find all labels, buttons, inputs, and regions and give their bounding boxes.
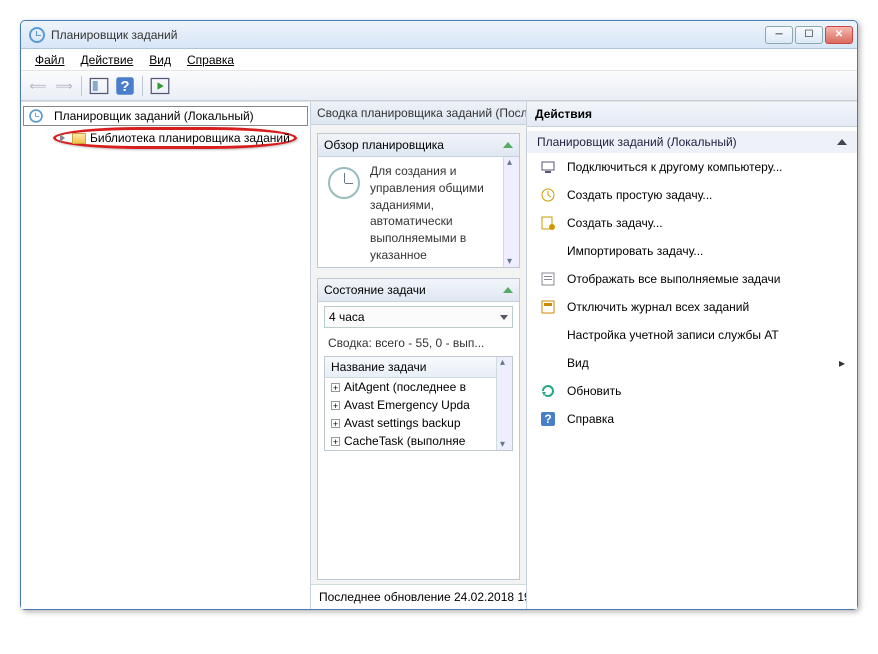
scrollbar[interactable]: [496, 357, 512, 450]
window-title: Планировщик заданий: [51, 28, 763, 42]
svg-text:?: ?: [544, 412, 551, 426]
collapse-icon[interactable]: [503, 287, 513, 293]
import-icon: [539, 242, 557, 260]
help-icon: ?: [539, 410, 557, 428]
highlight-annotation: Библиотека планировщика заданий: [53, 127, 297, 149]
blank-icon: [539, 326, 557, 344]
toolbar-separator: [142, 76, 143, 96]
action-create[interactable]: Создать задачу...: [527, 209, 857, 237]
list-item[interactable]: +AitAgent (последнее в: [325, 378, 512, 396]
action-help[interactable]: ? Справка: [527, 405, 857, 433]
status-panel: Состояние задачи 4 часа Сводка: всего - …: [317, 278, 520, 580]
svg-text:?: ?: [120, 78, 129, 95]
list-item[interactable]: +CacheTask (выполняе: [325, 432, 512, 450]
help-button[interactable]: ?: [114, 75, 136, 97]
run-button[interactable]: [149, 75, 171, 97]
window-controls: ─ ☐ ✕: [763, 26, 853, 44]
show-hide-tree-button[interactable]: [88, 75, 110, 97]
summary-line: Сводка: всего - 55, 0 - вып...: [318, 332, 519, 354]
last-refresh: Последнее обновление 24.02.2018 19:: [311, 584, 526, 609]
computer-icon: [539, 158, 557, 176]
clock-icon: [29, 27, 45, 43]
summary-pane: Сводка планировщика заданий (После Обзор…: [311, 102, 527, 609]
action-disable-history[interactable]: Отключить журнал всех заданий: [527, 293, 857, 321]
tree-library[interactable]: Библиотека планировщика заданий: [23, 126, 308, 150]
main-area: Планировщик заданий (Локальный) Библиоте…: [21, 101, 857, 609]
plus-icon[interactable]: +: [331, 419, 340, 428]
action-create-basic[interactable]: Создать простую задачу...: [527, 181, 857, 209]
forward-button[interactable]: ⟹: [53, 75, 75, 97]
action-connect[interactable]: Подключиться к другому компьютеру...: [527, 153, 857, 181]
list-header[interactable]: Название задачи: [325, 357, 512, 378]
status-title: Состояние задачи: [324, 283, 426, 297]
actions-pane: Действия Планировщик заданий (Локальный)…: [527, 102, 857, 609]
menubar: Файл Действие Вид Справка: [21, 49, 857, 71]
action-refresh[interactable]: Обновить: [527, 377, 857, 405]
actions-context: Планировщик заданий (Локальный): [527, 131, 857, 153]
task-list: Название задачи +AitAgent (последнее в +…: [324, 356, 513, 451]
overview-panel: Обзор планировщика Для создания и управл…: [317, 133, 520, 268]
tree-root-label: Планировщик заданий (Локальный): [54, 109, 254, 123]
list-item[interactable]: +Avast settings backup: [325, 414, 512, 432]
back-button[interactable]: ⟸: [27, 75, 49, 97]
list-item[interactable]: +Avast Emergency Upda: [325, 396, 512, 414]
menu-action[interactable]: Действие: [73, 51, 142, 69]
combo-value: 4 часа: [329, 310, 365, 324]
action-import[interactable]: Импортировать задачу...: [527, 237, 857, 265]
clock-icon: [328, 167, 360, 199]
plus-icon[interactable]: +: [331, 401, 340, 410]
tree-library-label: Библиотека планировщика заданий: [90, 131, 290, 145]
create-task-icon: [539, 214, 557, 232]
menu-help[interactable]: Справка: [179, 51, 242, 69]
minimize-button[interactable]: ─: [765, 26, 793, 44]
plus-icon[interactable]: +: [331, 437, 340, 446]
wizard-icon: [539, 186, 557, 204]
overview-title: Обзор планировщика: [324, 138, 444, 152]
close-button[interactable]: ✕: [825, 26, 853, 44]
summary-header: Сводка планировщика заданий (После: [311, 102, 526, 125]
collapse-icon[interactable]: [837, 139, 847, 145]
folder-icon: [72, 133, 86, 144]
toolbar-separator: [81, 76, 82, 96]
running-tasks-icon: [539, 270, 557, 288]
expander-icon[interactable]: [60, 134, 65, 142]
menu-view[interactable]: Вид: [141, 51, 179, 69]
titlebar: Планировщик заданий ─ ☐ ✕: [21, 21, 857, 49]
clock-icon: [29, 109, 43, 123]
action-view[interactable]: Вид: [527, 349, 857, 377]
console-tree: Планировщик заданий (Локальный) Библиоте…: [21, 102, 311, 609]
task-scheduler-window: Планировщик заданий ─ ☐ ✕ Файл Действие …: [20, 20, 858, 610]
menu-file[interactable]: Файл: [27, 51, 73, 69]
action-show-running[interactable]: Отображать все выполняемые задачи: [527, 265, 857, 293]
actions-header: Действия: [527, 102, 857, 127]
action-at-account[interactable]: Настройка учетной записи службы AT: [527, 321, 857, 349]
collapse-icon[interactable]: [503, 142, 513, 148]
refresh-icon: [539, 382, 557, 400]
plus-icon[interactable]: +: [331, 383, 340, 392]
maximize-button[interactable]: ☐: [795, 26, 823, 44]
scrollbar[interactable]: [503, 157, 519, 267]
submenu-arrow-icon: [839, 356, 845, 370]
blank-icon: [539, 354, 557, 372]
toolbar: ⟸ ⟹ ?: [21, 71, 857, 101]
history-icon: [539, 298, 557, 316]
chevron-down-icon: [500, 315, 508, 320]
overview-text: Для создания и управления общими задания…: [370, 163, 513, 261]
tree-root[interactable]: Планировщик заданий (Локальный): [23, 106, 308, 126]
time-range-combo[interactable]: 4 часа: [324, 306, 513, 328]
